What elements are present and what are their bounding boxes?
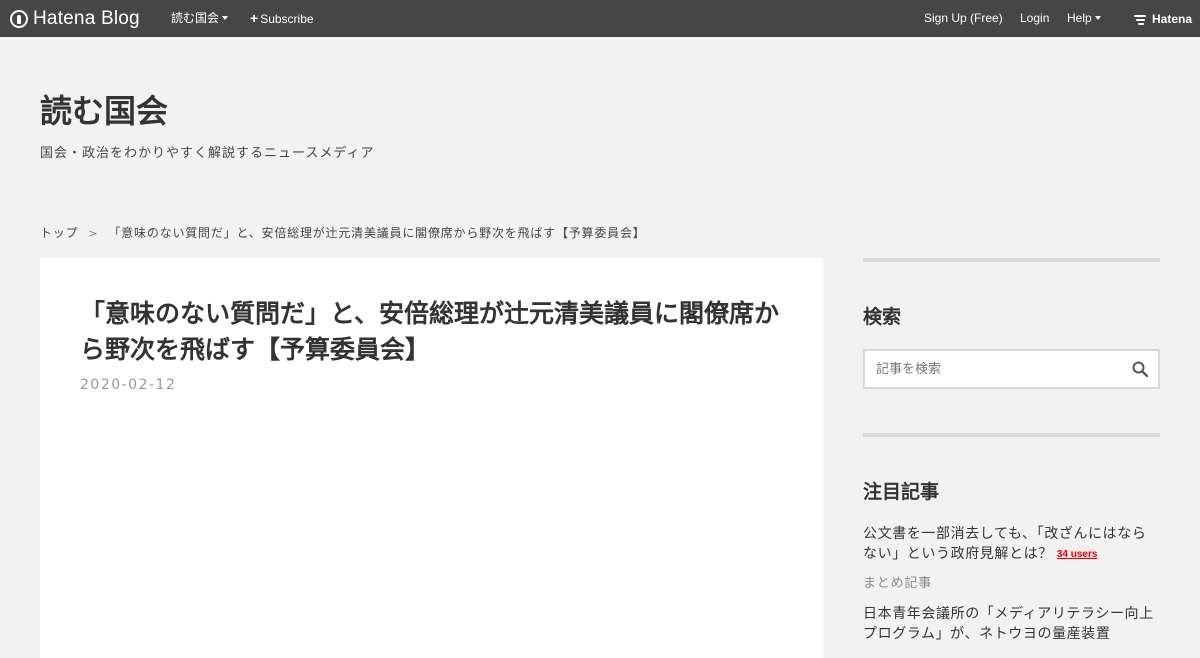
help-dropdown[interactable]: Help (1067, 0, 1101, 37)
article-entry: 「意味のない質問だ」と、安倍総理が辻元清美議員に閣僚席から野次を飛ばす【予算委員… (40, 258, 823, 658)
hatena-blog-logo[interactable]: Hatena Blog (10, 0, 140, 37)
hot-entry-title[interactable]: 公文書を一部消去しても、「改ざんにはならない」という政府見解とは？ (863, 526, 1146, 562)
article-date[interactable]: 2020-02-12 (80, 377, 176, 393)
bookmark-users-badge[interactable]: 34 users (1056, 549, 1098, 560)
search-icon[interactable] (1132, 361, 1148, 377)
help-label: Help (1067, 11, 1092, 25)
hot-entry-category[interactable]: まとめ記事 (863, 572, 1160, 591)
subscribe-button[interactable]: + Subscribe (250, 0, 314, 37)
hot-entry-title[interactable]: 日本青年会議所の「メディアリテラシー向上プログラム」が、ネトウヨの量産装置 (863, 606, 1154, 642)
search-input[interactable] (865, 351, 1125, 387)
hatena-global-header: Hatena Blog 読む国会 + Subscribe Sign Up (Fre… (0, 0, 1200, 37)
search-module-title: 検索 (863, 306, 902, 328)
subscribe-label: Subscribe (260, 12, 314, 26)
signup-link[interactable]: Sign Up (Free) (924, 0, 1003, 37)
hot-entry-item: 公文書を一部消去しても、「改ざんにはならない」という政府見解とは？ 34 user… (863, 524, 1160, 591)
blog-menu-dropdown[interactable]: 読む国会 (171, 0, 229, 37)
blog-description: 国会・政治をわかりやすく解説するニュースメディア (40, 146, 375, 161)
blog-title[interactable]: 読む国会 (40, 86, 168, 132)
breadcrumb-current: 「意味のない質問だ」と、安倍総理が辻元清美議員に閣僚席から野次を飛ばす【予算委員… (108, 226, 646, 240)
caret-down-icon (1094, 16, 1101, 20)
hatena-blog-logo-icon (10, 9, 28, 28)
hot-entries-title: 注目記事 (863, 481, 940, 503)
hatena-blog-logo-text: Hatena Blog (33, 7, 140, 29)
caret-down-icon (222, 16, 229, 20)
breadcrumb-home-link[interactable]: トップ (40, 226, 78, 240)
plus-icon: + (250, 10, 259, 26)
hatena-brand-label: Hatena (1151, 11, 1192, 26)
login-link[interactable]: Login (1020, 0, 1049, 37)
sidebar: 検索 注目記事 公文書を一部消去しても、「改ざんにはならない」という政府見解とは… (863, 258, 1160, 642)
hatena-brand-icon (1133, 13, 1148, 25)
hot-entry-item: 日本青年会議所の「メディアリテラシー向上プログラム」が、ネトウヨの量産装置 (863, 604, 1160, 644)
article-title[interactable]: 「意味のない質問だ」と、安倍総理が辻元清美議員に閣僚席から野次を飛ばす【予算委員… (80, 296, 790, 368)
hot-entry-link[interactable]: 日本青年会議所の「メディアリテラシー向上プログラム」が、ネトウヨの量産装置 (863, 604, 1160, 644)
search-form (863, 349, 1160, 389)
module-divider (863, 258, 1160, 262)
breadcrumb: トップ > 「意味のない質問だ」と、安倍総理が辻元清美議員に閣僚席から野次を飛ばす【… (40, 224, 646, 241)
blog-menu-label: 読む国会 (171, 11, 220, 25)
hot-entry-link[interactable]: 公文書を一部消去しても、「改ざんにはならない」という政府見解とは？ 34 user… (863, 524, 1160, 565)
breadcrumb-separator-icon: > (88, 227, 99, 240)
hatena-brand-link[interactable]: Hatena (1133, 0, 1192, 37)
module-divider (863, 433, 1160, 437)
